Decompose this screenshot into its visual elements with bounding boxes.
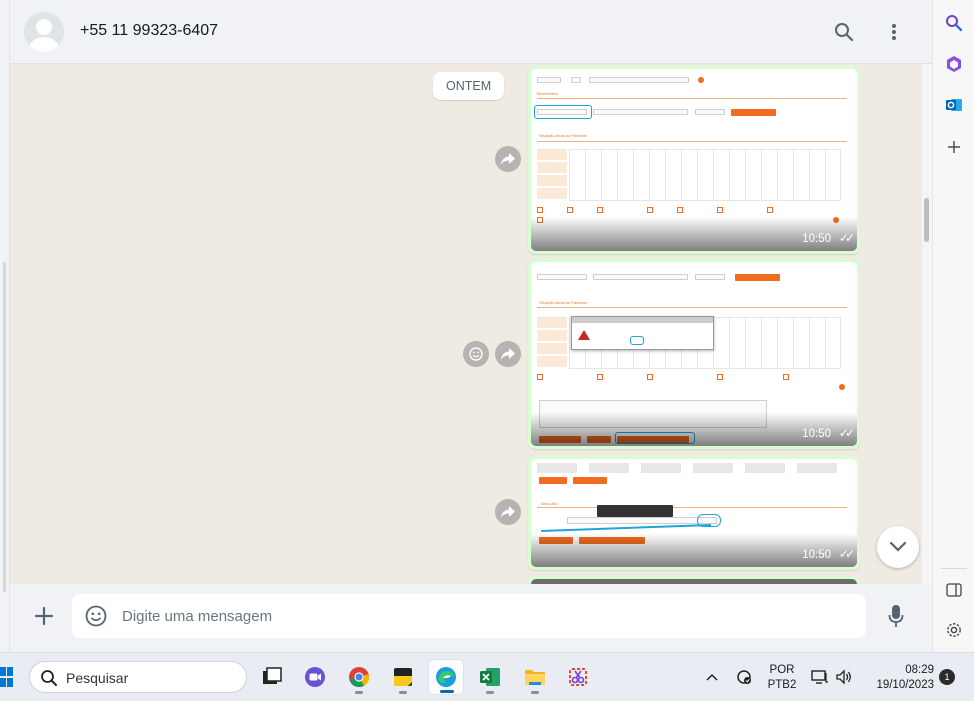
sync-status-button[interactable] bbox=[732, 653, 756, 701]
chat-scrollbar[interactable] bbox=[922, 64, 932, 584]
message-time: 10:50 bbox=[802, 233, 831, 245]
sidebar-add-button[interactable] bbox=[941, 134, 967, 160]
sticky-notes-icon bbox=[394, 668, 412, 686]
menu-button[interactable] bbox=[880, 18, 908, 46]
message-image[interactable]: Novo Ato 10:50 ✓✓ bbox=[531, 459, 857, 567]
clock[interactable]: 08:29 19/10/2023 bbox=[866, 663, 934, 693]
forward-icon bbox=[501, 153, 515, 165]
edge-icon bbox=[436, 667, 456, 687]
sidebar-toggle-button[interactable] bbox=[941, 577, 967, 603]
browser-sidebar bbox=[932, 0, 974, 652]
sidebar-icon bbox=[946, 583, 962, 597]
taskbar-app-edge[interactable] bbox=[428, 659, 464, 695]
image-message[interactable] bbox=[528, 576, 860, 584]
double-check-icon: ✓✓ bbox=[838, 547, 855, 561]
taskbar-app-excel[interactable] bbox=[472, 659, 508, 695]
sidebar-search-button[interactable] bbox=[941, 10, 967, 36]
excel-icon bbox=[480, 668, 500, 686]
forward-button[interactable] bbox=[495, 499, 521, 525]
clock-time: 08:29 bbox=[905, 664, 934, 676]
more-vertical-icon bbox=[892, 24, 896, 40]
chat-header: +55 11 99323-6407 bbox=[10, 0, 932, 64]
sidebar-outlook-button[interactable] bbox=[941, 92, 967, 118]
taskbar-app-snipping-tool[interactable] bbox=[560, 659, 596, 695]
plus-icon bbox=[34, 606, 54, 626]
taskbar-app-chrome[interactable] bbox=[341, 659, 377, 695]
chrome-icon bbox=[349, 667, 370, 688]
image-message[interactable]: Novo Ato 10:50 ✓✓ bbox=[528, 456, 860, 570]
forward-icon bbox=[501, 506, 515, 518]
chevron-up-icon bbox=[706, 673, 718, 681]
taskbar-search[interactable]: Pesquisar bbox=[29, 661, 247, 693]
message-input-box[interactable] bbox=[72, 594, 866, 638]
taskbar: Pesquisar POR PTB2 08:29 19/10/2023 1 bbox=[0, 652, 974, 700]
emoji-button[interactable] bbox=[84, 604, 108, 628]
scroll-to-bottom-button[interactable] bbox=[877, 526, 919, 568]
message-list[interactable]: ONTEM Beneficiário Situação Atual do Pac… bbox=[10, 64, 922, 584]
search-icon bbox=[946, 15, 963, 32]
emoji-icon bbox=[469, 347, 483, 361]
whatsapp-window: +55 11 99323-6407 ONTEM Beneficiário Sit… bbox=[0, 0, 932, 652]
task-view-button[interactable] bbox=[254, 659, 290, 695]
message-image[interactable]: Situação Atual do Paciente 10:50 ✓✓ bbox=[531, 262, 857, 446]
forward-icon bbox=[501, 348, 515, 360]
microphone-icon bbox=[888, 605, 904, 627]
notification-badge[interactable]: 1 bbox=[939, 669, 955, 685]
search-icon bbox=[835, 23, 854, 42]
emoji-icon bbox=[85, 605, 107, 627]
task-view-icon bbox=[263, 667, 282, 684]
forward-button[interactable] bbox=[495, 341, 521, 367]
attach-button[interactable] bbox=[30, 602, 58, 630]
message-time: 10:50 bbox=[802, 549, 831, 561]
chevron-down-icon bbox=[890, 542, 906, 552]
speaker-icon bbox=[836, 669, 851, 685]
message-input[interactable] bbox=[122, 604, 852, 628]
double-check-icon: ✓✓ bbox=[838, 426, 855, 440]
sync-icon bbox=[737, 670, 751, 684]
show-hidden-icons-button[interactable] bbox=[700, 653, 724, 701]
taskbar-app-meet[interactable] bbox=[297, 659, 333, 695]
image-message[interactable]: Situação Atual do Paciente 10:50 ✓✓ bbox=[528, 259, 860, 449]
sidebar-copilot-button[interactable] bbox=[941, 51, 967, 77]
left-panel-edge bbox=[0, 0, 10, 652]
search-button[interactable] bbox=[830, 18, 858, 46]
language-code: POR bbox=[769, 664, 795, 676]
taskbar-app-file-explorer[interactable] bbox=[517, 659, 553, 695]
start-button[interactable] bbox=[0, 667, 14, 687]
volume-button[interactable] bbox=[832, 653, 856, 701]
forward-button[interactable] bbox=[495, 146, 521, 172]
avatar[interactable] bbox=[24, 12, 64, 52]
copilot-icon bbox=[947, 56, 961, 72]
message-image[interactable]: Beneficiário Situação Atual do Paciente bbox=[531, 69, 857, 251]
voice-message-button[interactable] bbox=[882, 602, 910, 630]
image-message[interactable]: Beneficiário Situação Atual do Paciente bbox=[528, 66, 860, 254]
gear-icon bbox=[947, 623, 961, 637]
input-language-button[interactable]: POR PTB2 bbox=[760, 663, 804, 693]
contact-name[interactable]: +55 11 99323-6407 bbox=[80, 22, 218, 40]
keyboard-layout: PTB2 bbox=[767, 679, 797, 691]
snipping-tool-icon bbox=[569, 668, 587, 686]
message-time: 10:50 bbox=[802, 428, 831, 440]
video-chat-icon bbox=[305, 667, 325, 687]
react-button[interactable] bbox=[463, 341, 489, 367]
clock-date: 19/10/2023 bbox=[876, 679, 934, 691]
taskbar-app-notes[interactable] bbox=[385, 659, 421, 695]
outlook-icon bbox=[946, 99, 962, 111]
date-divider: ONTEM bbox=[433, 72, 505, 100]
double-check-icon: ✓✓ bbox=[838, 231, 855, 245]
search-icon bbox=[41, 670, 57, 686]
composer bbox=[10, 584, 932, 652]
sidebar-settings-button[interactable] bbox=[941, 617, 967, 643]
network-button[interactable] bbox=[808, 653, 832, 701]
network-icon bbox=[811, 670, 828, 684]
taskbar-search-label: Pesquisar bbox=[66, 670, 129, 686]
plus-icon bbox=[948, 141, 960, 153]
folder-icon bbox=[525, 670, 545, 685]
